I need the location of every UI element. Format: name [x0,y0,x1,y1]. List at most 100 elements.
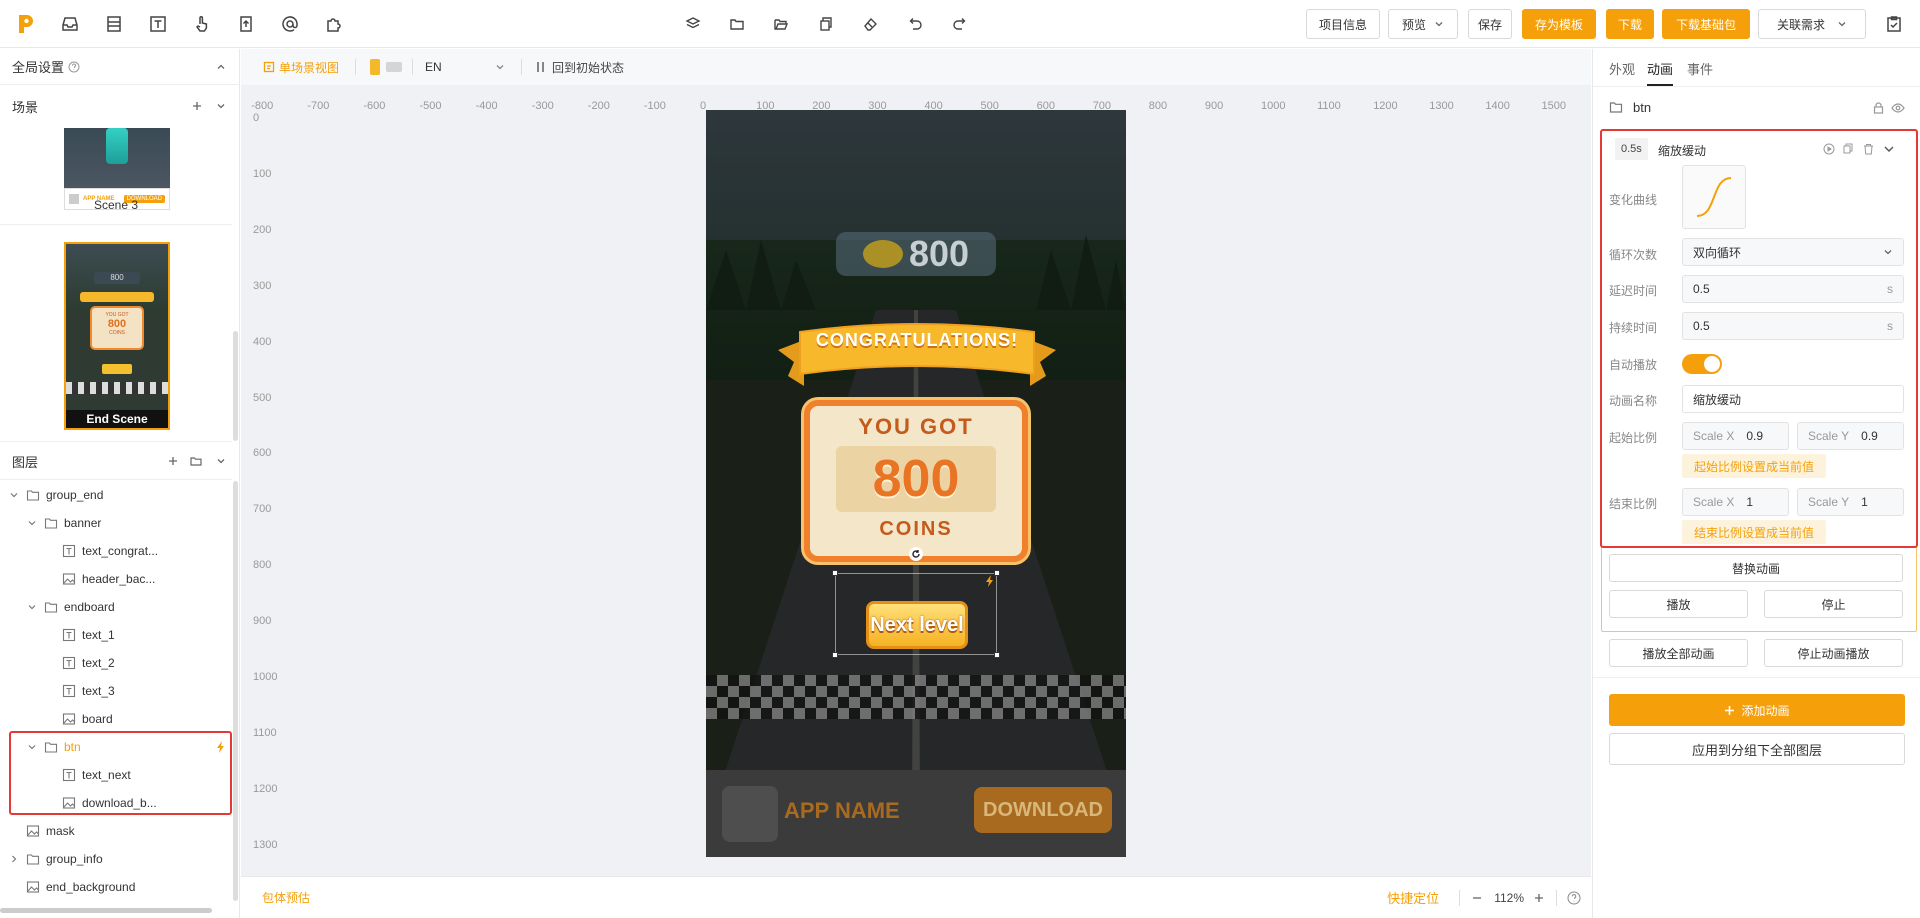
folder-icon [26,488,40,502]
autoplay-toggle[interactable] [1682,354,1722,374]
play-button[interactable]: 播放 [1609,590,1748,618]
save-as-template-button[interactable]: 存为模板 [1522,9,1596,39]
layer-row-banner[interactable]: banner [0,509,232,537]
replace-animation-button[interactable]: 替换动画 [1609,554,1903,582]
set-start-scale-current-button[interactable]: 起始比例设置成当前值 [1682,454,1827,478]
layer-row-group_info[interactable]: group_info [0,845,232,873]
link-demand-dropdown[interactable]: 关联需求 [1758,9,1866,39]
ruler-y-label: 1000 [253,671,278,683]
at-sign-icon[interactable] [278,12,302,36]
pointer-hand-icon[interactable] [190,12,214,36]
resize-handle[interactable] [832,570,838,576]
layers-icon[interactable] [681,12,705,36]
package-estimate-link[interactable]: 包体预估 [262,889,310,906]
chevron-down-icon[interactable] [216,456,226,466]
zoom-out-icon[interactable] [1472,893,1482,903]
layer-row-mask[interactable]: mask [0,817,232,845]
tab-events[interactable]: 事件 [1687,59,1713,78]
game-scene-frame[interactable]: 800 CONGRATULATIONS! YOU GOT 800 COINS N… [706,110,1126,857]
redo-icon[interactable] [948,12,972,36]
eraser-icon[interactable] [858,12,882,36]
chevron-down-icon[interactable] [216,101,226,111]
checklist-clipboard-icon[interactable] [1882,12,1906,36]
layer-row-header_bac[interactable]: header_bac... [0,565,232,593]
new-folder-icon[interactable] [190,455,202,467]
orientation-landscape-toggle[interactable] [386,62,403,72]
plugin-puzzle-icon[interactable] [322,12,346,36]
add-scene-icon[interactable] [192,101,202,111]
scenes-scrollbar[interactable] [233,331,238,441]
start-scale-x-input[interactable]: Scale X 0.9 [1682,422,1789,450]
resize-handle[interactable] [832,652,838,658]
eye-icon[interactable] [1891,102,1905,114]
language-select[interactable]: EN [425,60,505,74]
download-button[interactable]: 下载 [1606,9,1654,39]
folder-icon[interactable] [725,12,749,36]
layer-row-end_background[interactable]: end_background [0,873,232,901]
layer-row-endboard[interactable]: endboard [0,593,232,621]
stop-button[interactable]: 停止 [1764,590,1903,618]
anim-duration-tag: 0.5s [1615,138,1648,160]
chevron-down-icon[interactable] [8,489,20,501]
add-animation-button[interactable]: 添加动画 [1609,694,1905,726]
stop-all-animations-button[interactable]: 停止动画播放 [1764,639,1903,667]
anim-name-input[interactable]: 缩放缓动 [1682,385,1904,413]
help-icon[interactable] [1567,891,1581,905]
easing-curve-editor[interactable] [1682,165,1746,229]
loop-select[interactable]: 双向循环 [1682,238,1904,266]
play-circle-icon[interactable] [1823,143,1835,155]
orientation-portrait-toggle[interactable] [370,59,381,75]
reset-initial-state-button[interactable]: 回到初始状态 [552,59,624,76]
layer-row-group_end[interactable]: group_end [0,481,232,509]
text-tool-icon[interactable] [146,12,170,36]
text-you-got: YOU GOT [858,414,974,439]
help-icon[interactable] [68,61,80,73]
chevron-down-icon[interactable] [26,517,38,529]
rotate-handle-icon[interactable] [909,547,923,561]
duplicate-icon[interactable] [1843,143,1854,155]
copy-icon[interactable] [814,12,838,36]
layer-row-text_3[interactable]: text_3 [0,677,232,705]
start-scale-y-input[interactable]: Scale Y 0.9 [1797,422,1904,450]
chevron-right-icon[interactable] [8,853,20,865]
chevron-up-icon[interactable] [216,62,226,72]
preview-dropdown[interactable]: 预览 [1388,9,1458,39]
trash-icon[interactable] [1863,143,1874,155]
file-upload-icon[interactable] [234,12,258,36]
chevron-down-icon[interactable] [26,601,38,613]
global-settings-header[interactable]: 全局设置 [0,49,238,85]
resize-handle[interactable] [994,652,1000,658]
zoom-in-icon[interactable] [1534,893,1544,903]
layer-row-text_2[interactable]: text_2 [0,649,232,677]
project-info-button[interactable]: 项目信息 [1306,9,1380,39]
save-button[interactable]: 保存 [1468,9,1512,39]
undo-icon[interactable] [903,12,927,36]
layers-scrollbar[interactable] [233,481,238,901]
tab-animation[interactable]: 动画 [1647,59,1673,78]
layer-row-board[interactable]: board [0,705,232,733]
layout-icon[interactable] [102,12,126,36]
end-scene-thumbnail[interactable]: 800 YOU GOT 800 COINS End Scene [64,242,170,430]
set-end-scale-current-button[interactable]: 结束比例设置成当前值 [1682,520,1827,544]
lock-icon[interactable] [1873,102,1884,114]
layer-row-text_1[interactable]: text_1 [0,621,232,649]
tab-appearance[interactable]: 外观 [1609,59,1635,78]
end-scale-x-input[interactable]: Scale X 1 [1682,488,1789,516]
folder-open-icon[interactable] [769,12,793,36]
duration-input[interactable]: 0.5 s [1682,312,1904,340]
layer-row-text_congrat[interactable]: text_congrat... [0,537,232,565]
plus-icon [1724,705,1735,716]
layers-h-scrollbar[interactable] [0,908,212,913]
add-layer-icon[interactable] [168,456,178,466]
quick-locate-button[interactable]: 快捷定位 [1387,888,1439,907]
inbox-icon[interactable] [58,12,82,36]
single-scene-icon [263,61,275,73]
end-scale-y-input[interactable]: Scale Y 1 [1797,488,1904,516]
apply-to-group-button[interactable]: 应用到分组下全部图层 [1609,733,1905,765]
delay-input[interactable]: 0.5 s [1682,275,1904,303]
chevron-down-icon[interactable] [1883,144,1895,154]
play-all-animations-button[interactable]: 播放全部动画 [1609,639,1748,667]
download-cta-button[interactable]: DOWNLOAD [974,787,1112,833]
download-base-package-button[interactable]: 下载基础包 [1662,9,1750,39]
single-scene-view-toggle[interactable]: 单场景视图 [279,59,339,76]
